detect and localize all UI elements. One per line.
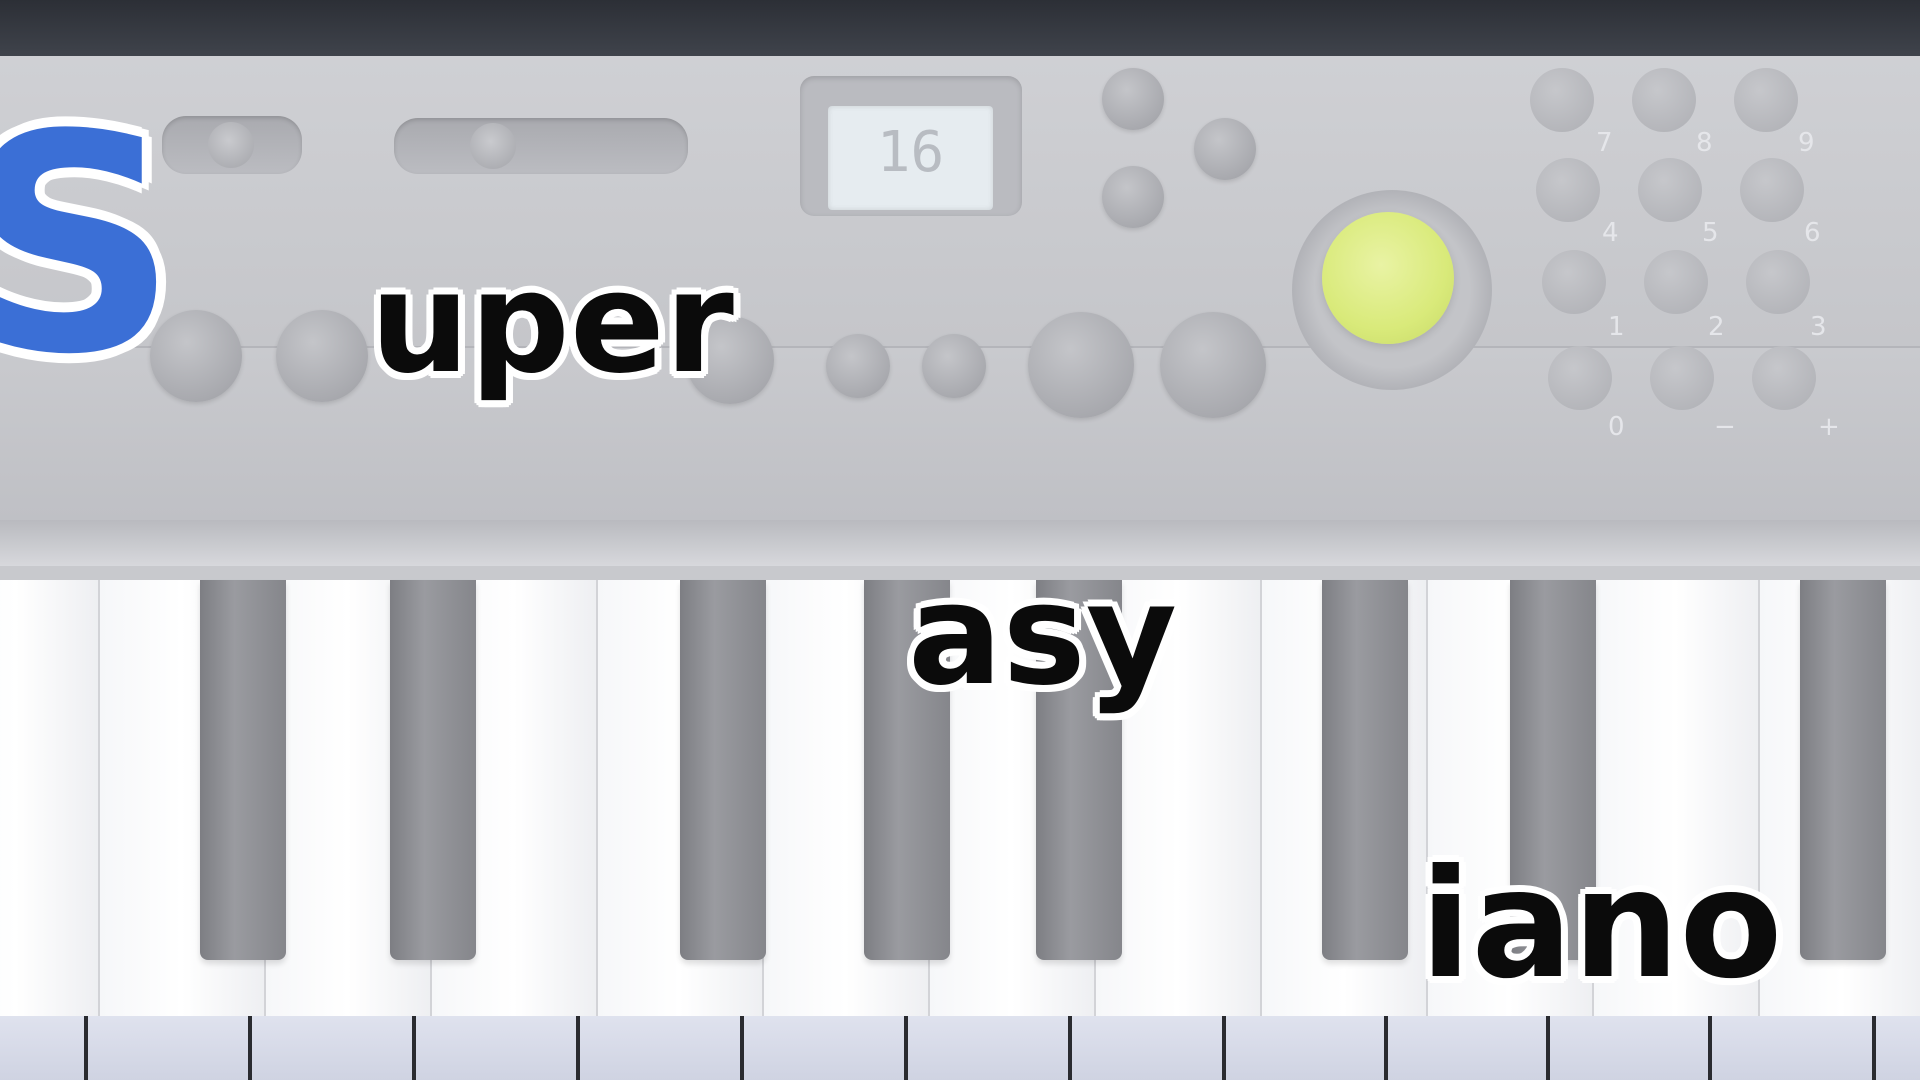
numpad-key (1752, 346, 1816, 410)
numpad-label: 6 (1804, 218, 1821, 248)
lcd-value: 16 (876, 120, 945, 185)
numpad-key (1734, 68, 1798, 132)
key-gap (1068, 1016, 1072, 1080)
numpad-label: 3 (1810, 312, 1827, 342)
function-button (276, 310, 368, 402)
key-gap (1872, 1016, 1876, 1080)
numpad-key (1548, 346, 1612, 410)
key-gap (248, 1016, 252, 1080)
key-gap (1222, 1016, 1226, 1080)
selector-button-top (1102, 68, 1164, 130)
numpad-key (1746, 250, 1810, 314)
key-gap (412, 1016, 416, 1080)
numpad-key (1632, 68, 1696, 132)
numpad-key (1740, 158, 1804, 222)
numpad-key (1542, 250, 1606, 314)
key-gap (84, 1016, 88, 1080)
numpad-label: 0 (1608, 412, 1625, 442)
numpad-key (1638, 158, 1702, 222)
numpad-label: 2 (1708, 312, 1725, 342)
top-label-strip (0, 0, 1920, 56)
black-key (390, 580, 476, 960)
title-initial-s: S (0, 71, 179, 420)
selector-button-bottom (1102, 166, 1164, 228)
tempo-button-left (826, 334, 890, 398)
black-key (1322, 580, 1408, 960)
key-gap (740, 1016, 744, 1080)
key-gap (904, 1016, 908, 1080)
title-word-asy: asy (908, 554, 1178, 717)
black-key (680, 580, 766, 960)
key-gap (576, 1016, 580, 1080)
start-stop-button (1028, 312, 1134, 418)
numpad-key (1530, 68, 1594, 132)
numpad-label: 5 (1702, 218, 1719, 248)
power-slider-knob (208, 122, 254, 168)
black-key (1800, 580, 1886, 960)
numpad-key (1650, 346, 1714, 410)
title-word-iano: iano (1420, 838, 1783, 1012)
tempo-button-right (922, 334, 986, 398)
white-key (0, 580, 100, 1020)
numpad-label: 9 (1798, 128, 1815, 158)
video-frame: 16 7 8 9 4 5 6 1 2 3 0 − + S uper asy ia… (0, 0, 1920, 1080)
volume-knob (1322, 212, 1454, 344)
mode-slider-knob (470, 123, 516, 169)
numpad-key (1644, 250, 1708, 314)
key-gap (1546, 1016, 1550, 1080)
numpad-label: 7 (1596, 128, 1613, 158)
mode-slider (394, 118, 688, 174)
numpad-label: + (1818, 412, 1840, 442)
title-word-uper: uper (370, 242, 734, 405)
numpad-label: − (1714, 412, 1736, 442)
power-slider (162, 116, 302, 174)
numpad-key (1536, 158, 1600, 222)
key-fronts (0, 1016, 1920, 1080)
numpad-label: 4 (1602, 218, 1619, 248)
numpad-label: 1 (1608, 312, 1625, 342)
key-gap (1384, 1016, 1388, 1080)
selector-button-right (1194, 118, 1256, 180)
key-gap (1708, 1016, 1712, 1080)
black-key (200, 580, 286, 960)
melody-button (1160, 312, 1266, 418)
numpad-label: 8 (1696, 128, 1713, 158)
lcd-display: 16 (828, 106, 993, 210)
